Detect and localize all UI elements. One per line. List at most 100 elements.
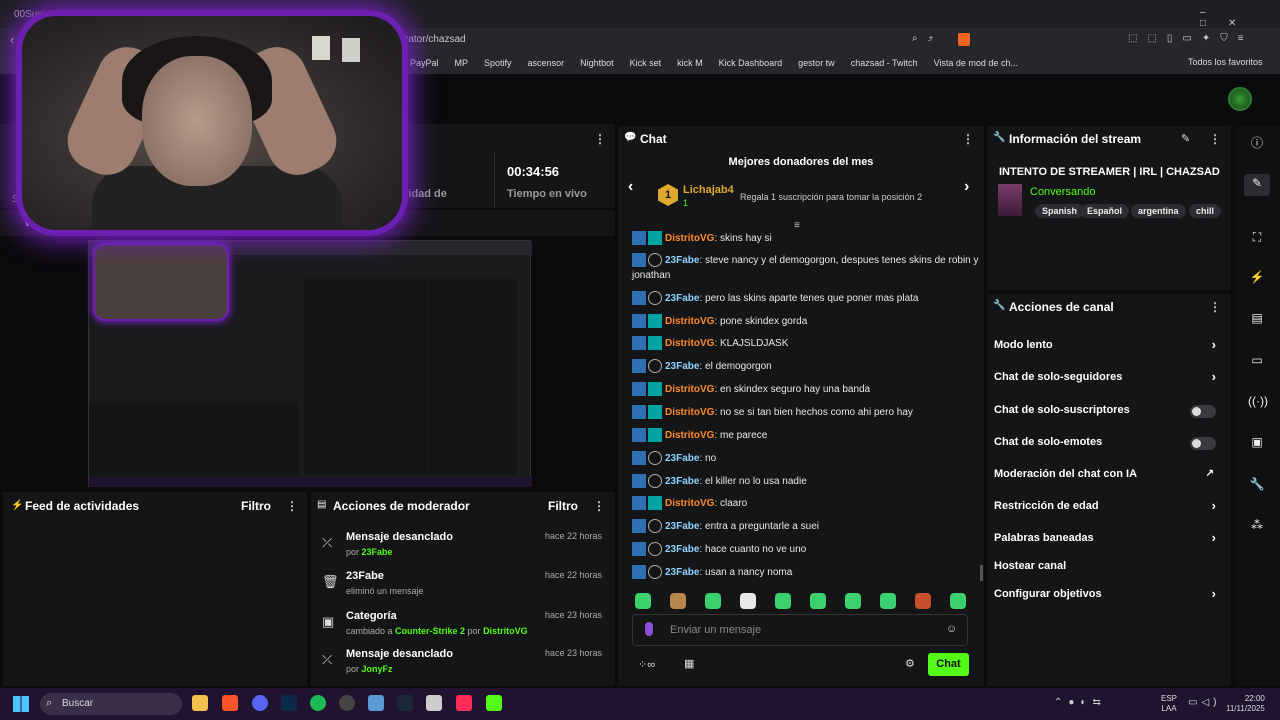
- edit-icon[interactable]: ✎: [1244, 174, 1270, 196]
- filter-button[interactable]: Filtro: [548, 499, 578, 513]
- mod-action-item[interactable]: ⤫ Mensaje desanclado por 23Fabe hace 22 …: [322, 531, 612, 567]
- more-icon[interactable]: ⋮: [594, 132, 606, 146]
- chat-message[interactable]: 23Fabe: steve nancy y el demogorgon, des…: [632, 253, 982, 283]
- store-icon[interactable]: ▦: [684, 657, 694, 670]
- chat-scrollbar[interactable]: [980, 565, 983, 581]
- chat-message[interactable]: 23Fabe: usan a nancy noma: [632, 565, 982, 580]
- windows-start-icon[interactable]: [13, 696, 29, 712]
- tag[interactable]: Español: [1080, 204, 1130, 218]
- chat-username[interactable]: DistritoVG: [665, 498, 714, 509]
- more-icon[interactable]: ⋮: [1209, 300, 1221, 314]
- bookmark-item[interactable]: PayPal: [410, 58, 439, 68]
- toggle-switch[interactable]: [1190, 405, 1216, 418]
- network-volume-icons[interactable]: ▭◁): [1188, 697, 1220, 708]
- mod-action-item[interactable]: ⤫ Mensaje desanclado por JonyFz hace 23 …: [322, 648, 612, 684]
- chat-username[interactable]: 23Fabe: [665, 544, 699, 555]
- emote-button[interactable]: [705, 593, 721, 609]
- bookmark-item[interactable]: Vista de mod de ch...: [934, 58, 1018, 68]
- chat-bubble-icon[interactable]: ▭: [1248, 351, 1266, 369]
- tiktok-icon[interactable]: [456, 695, 472, 711]
- channel-action-item[interactable]: Modo lento ›: [994, 337, 1226, 355]
- chat-message[interactable]: DistritoVG: me parece: [632, 428, 982, 443]
- chat-message[interactable]: 23Fabe: el demogorgon: [632, 359, 982, 374]
- username[interactable]: 23Fabe: [362, 547, 393, 557]
- broadcast-icon[interactable]: ((·)): [1248, 392, 1268, 410]
- filter-button[interactable]: Filtro: [241, 499, 271, 513]
- emote-button[interactable]: [775, 593, 791, 609]
- more-icon[interactable]: ⋮: [593, 499, 605, 513]
- mod-action-item[interactable]: 🗑 23Fabe eliminó un mensaje hace 22 hora…: [322, 570, 612, 606]
- image-icon[interactable]: [368, 695, 384, 711]
- chevron-right-icon[interactable]: ›: [964, 178, 969, 196]
- emote-button[interactable]: [810, 593, 826, 609]
- window-controls[interactable]: –□✕: [1200, 7, 1280, 29]
- bookmark-item[interactable]: ascensor: [528, 58, 565, 68]
- username[interactable]: JonyFz: [362, 664, 393, 674]
- emote-button[interactable]: [845, 593, 861, 609]
- chat-message[interactable]: 23Fabe: hace cuanto no ve uno: [632, 542, 982, 557]
- kick-icon[interactable]: [486, 695, 502, 711]
- layout-icon[interactable]: ▣: [1248, 433, 1266, 451]
- chat-message[interactable]: 23Fabe: pero las skins aparte tenes que …: [632, 291, 982, 306]
- bookmark-item[interactable]: Kick set: [630, 58, 662, 68]
- spotify-icon[interactable]: [310, 695, 326, 711]
- document-icon[interactable]: ▤: [1248, 309, 1266, 327]
- bookmark-item[interactable]: Nightbot: [580, 58, 614, 68]
- chat-message[interactable]: DistritoVG: claaro: [632, 496, 982, 511]
- chevron-left-icon[interactable]: ‹: [628, 178, 633, 196]
- clock[interactable]: 22:00 11/11/2025: [1226, 694, 1265, 714]
- emote-button[interactable]: [740, 593, 756, 609]
- tray-icons[interactable]: ⌃●◐⇆: [1054, 697, 1107, 708]
- channel-action-item[interactable]: Palabras baneadas ›: [994, 530, 1226, 548]
- back-icon[interactable]: ‹: [10, 32, 14, 47]
- all-favorites[interactable]: Todos los favoritos: [1188, 57, 1263, 67]
- taskbar-search[interactable]: Buscar: [40, 693, 182, 715]
- toolbar-icons[interactable]: ⬚⬚▯▭✦⛉≡: [1128, 33, 1254, 44]
- steam-icon[interactable]: [397, 695, 413, 711]
- tag[interactable]: Spanish: [1035, 204, 1085, 218]
- category-thumbnail[interactable]: [998, 184, 1022, 216]
- channel-points-icon[interactable]: ⁘∞: [638, 658, 655, 671]
- collapse-icon[interactable]: ≡: [794, 220, 800, 231]
- chat-username[interactable]: 23Fabe: [665, 453, 699, 464]
- top-donor-name[interactable]: Lichajab4: [683, 184, 734, 196]
- emote-button[interactable]: [880, 593, 896, 609]
- mic-icon[interactable]: [645, 622, 653, 636]
- chat-message[interactable]: DistritoVG: no se si tan bien hechos com…: [632, 405, 982, 420]
- brave-shield-icon[interactable]: [958, 33, 970, 46]
- brave-icon[interactable]: [222, 695, 238, 711]
- obs-icon[interactable]: [339, 695, 355, 711]
- chat-username[interactable]: DistritoVG: [665, 338, 714, 349]
- toggle-switch[interactable]: [1190, 437, 1216, 450]
- chat-username[interactable]: DistritoVG: [665, 316, 714, 327]
- category-link[interactable]: Conversando: [1030, 186, 1095, 198]
- mod-action-item[interactable]: ▣ Categoría cambiado a Counter-Strike 2 …: [322, 610, 612, 646]
- settings-icon[interactable]: ⚙: [905, 657, 915, 670]
- address-bar-icons[interactable]: ⌕⤴: [912, 33, 943, 44]
- channel-action-item[interactable]: Chat de solo-suscriptores: [994, 404, 1226, 420]
- avatar[interactable]: [1228, 87, 1252, 111]
- bookmark-item[interactable]: kick M: [677, 58, 703, 68]
- chat-username[interactable]: 23Fabe: [665, 567, 699, 578]
- chat-username[interactable]: 23Fabe: [665, 521, 699, 532]
- chat-username[interactable]: DistritoVG: [665, 233, 714, 244]
- bookmark-item[interactable]: Spotify: [484, 58, 512, 68]
- edit-icon[interactable]: ✎: [1181, 132, 1190, 145]
- channel-action-item[interactable]: Configurar objetivos ›: [994, 586, 1226, 604]
- photoshop-icon[interactable]: [281, 695, 297, 711]
- bookmark-item[interactable]: MP: [455, 58, 469, 68]
- emote-button[interactable]: [635, 593, 651, 609]
- message-input[interactable]: Enviar un mensaje ☺: [632, 614, 968, 646]
- chat-username[interactable]: 23Fabe: [665, 476, 699, 487]
- discord-icon[interactable]: [252, 695, 268, 711]
- channel-action-item[interactable]: Chat de solo-seguidores ›: [994, 369, 1226, 387]
- send-chat-button[interactable]: Chat: [928, 653, 969, 676]
- chat-message[interactable]: 23Fabe: el killer no lo usa nadie: [632, 474, 982, 489]
- tag[interactable]: chill: [1189, 204, 1222, 218]
- chat-username[interactable]: 23Fabe: [665, 361, 699, 372]
- chat-message[interactable]: DistritoVG: pone skindex gorda: [632, 314, 982, 329]
- more-icon[interactable]: ⋮: [1209, 132, 1221, 146]
- channel-action-item[interactable]: Moderación del chat con IA ↗: [994, 468, 1226, 484]
- info-icon[interactable]: ⓘ: [1248, 134, 1266, 152]
- chat-message[interactable]: DistritoVG: KLAJSLDJASK: [632, 336, 982, 351]
